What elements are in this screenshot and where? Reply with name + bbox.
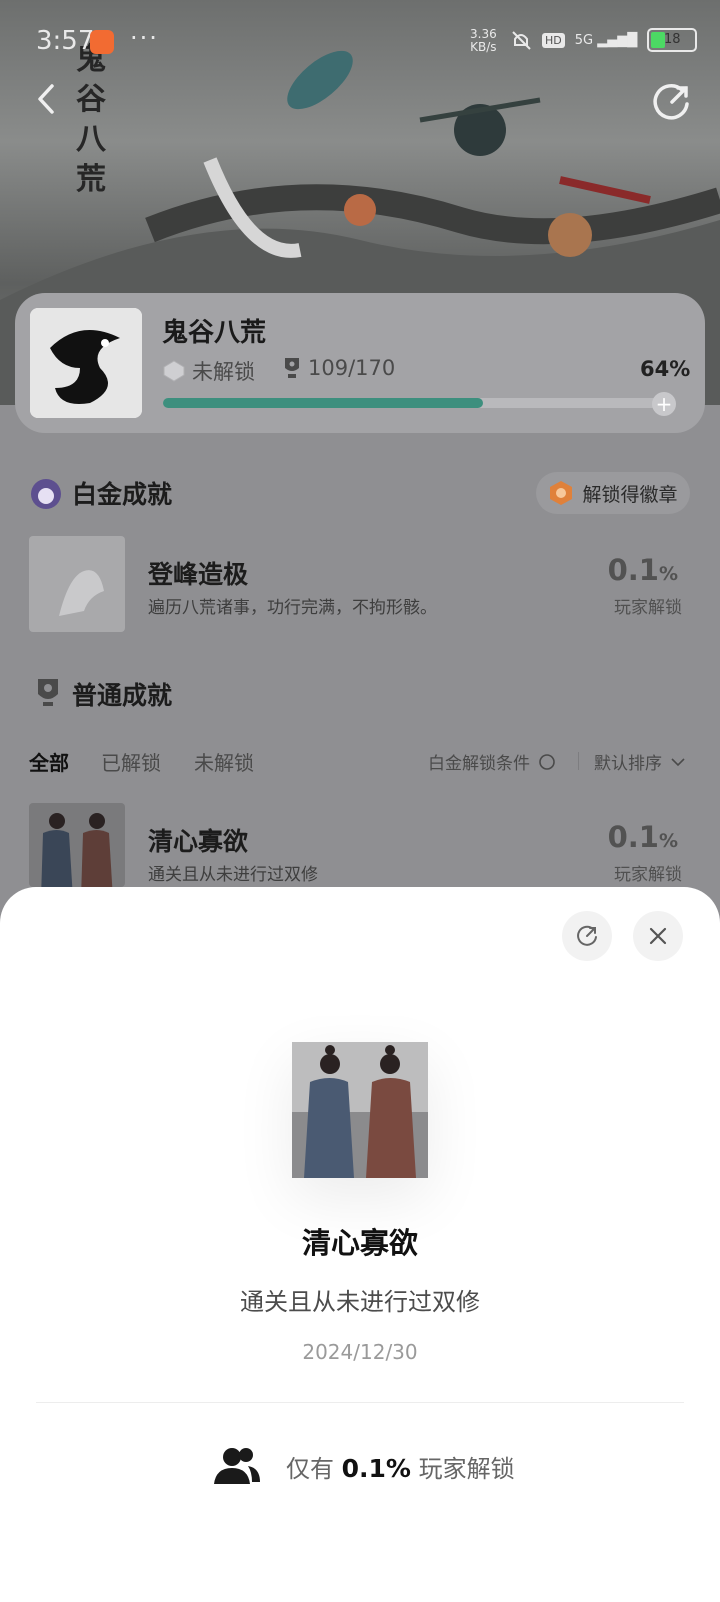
signal-icon: 5G ▂▄▆█ [574, 32, 638, 48]
game-title: 鬼谷八荒 [162, 318, 267, 348]
sheet-achievement-name: 清心寡欲 [301, 1226, 418, 1260]
two-figures-image-icon [292, 1042, 428, 1178]
lock-status-label: 未解锁 [192, 360, 255, 384]
stat-value: 0.1% [341, 1453, 411, 1483]
trophy-icon [285, 358, 299, 378]
achievement-rate: 0.1% [588, 820, 678, 854]
filter-divider [578, 752, 579, 770]
two-figures-image-icon [29, 803, 125, 887]
battery-level: 18 [663, 32, 681, 47]
platinum-condition-toggle[interactable]: 白金解锁条件 [428, 749, 556, 774]
achievement-thumbnail[interactable] [29, 803, 125, 887]
stat-suffix: 玩家解锁 [418, 1454, 515, 1483]
hd-icon: HD [542, 32, 565, 48]
tab-unlocked[interactable]: 已解锁 [101, 747, 161, 776]
dragon-logo-icon [30, 308, 142, 418]
sheet-unlock-stat: 仅有 0.1% 玩家解锁 [214, 1446, 515, 1486]
sheet-share-button[interactable] [562, 911, 612, 961]
achievement-rate-label: 玩家解锁 [614, 865, 682, 885]
progress-bar [163, 398, 663, 408]
status-icons: HD 5G ▂▄▆█ 18 [510, 28, 698, 52]
progress-fill [163, 398, 483, 408]
sheet-achievement-description: 通关且从未进行过双修 [240, 1288, 480, 1316]
net-speed: 3.36 KB/s [470, 28, 497, 54]
platinum-trophy-icon [31, 479, 61, 509]
share-icon [577, 925, 597, 946]
sort-dropdown[interactable]: 默认排序 [594, 749, 686, 774]
achievement-name: 清心寡欲 [148, 827, 249, 856]
platinum-achievement-rate-label: 玩家解锁 [614, 598, 682, 618]
status-bar: 3:57 ··· 3.36 KB/s HD 5G ▂▄▆█ 18 [0, 0, 720, 84]
back-icon[interactable] [30, 82, 64, 116]
sheet-achievement-image [292, 1042, 428, 1178]
progress-percent: 64% [640, 357, 691, 381]
platinum-achievement-thumbnail[interactable] [29, 536, 125, 632]
achievement-rate-value: 0.1 [607, 820, 659, 854]
stat-prefix: 仅有 [286, 1454, 334, 1483]
unlock-badge-button[interactable]: 解锁得徽章 [536, 472, 690, 514]
sort-label: 默认排序 [594, 754, 662, 774]
normal-section-title: 普通成就 [72, 681, 173, 710]
signal-label: 5G [574, 32, 594, 48]
battery-icon: 18 [647, 28, 698, 52]
users-icon [214, 1448, 260, 1484]
platinum-achievement-name: 登峰造极 [148, 560, 249, 589]
platinum-achievement-description: 遍历八荒诸事，功行完满，不拘形骸。 [148, 598, 437, 618]
lock-status: 未解锁 [162, 356, 255, 386]
trophy-count-label: 109/170 [308, 356, 396, 380]
condition-label: 白金解锁条件 [428, 754, 530, 774]
mute-bell-icon [512, 31, 531, 50]
tab-locked[interactable]: 未解锁 [194, 747, 254, 776]
platinum-rate-value: 0.1 [607, 553, 659, 587]
net-speed-unit: KB/s [470, 40, 497, 54]
achievement-description: 通关且从未进行过双修 [148, 865, 318, 885]
hand-image-icon [29, 536, 125, 632]
sheet-unlock-date: 2024/12/30 [302, 1340, 418, 1364]
normal-trophy-icon [38, 679, 58, 706]
sheet-divider [36, 1402, 684, 1403]
achievement-rate-unit: % [658, 830, 678, 852]
tab-all[interactable]: 全部 [29, 747, 69, 776]
screen-record-icon [90, 30, 114, 54]
badge-icon [550, 481, 573, 505]
sheet-close-button[interactable] [633, 911, 683, 961]
platinum-gem-icon [163, 360, 185, 382]
chevron-down-icon [671, 757, 685, 766]
platinum-achievement-rate: 0.1% [588, 553, 678, 587]
radio-circle-icon [539, 753, 555, 770]
trophy-count: 109/170 [282, 356, 395, 380]
game-cover-image[interactable] [30, 308, 142, 418]
plus-icon[interactable]: + [652, 392, 676, 416]
share-icon[interactable] [652, 82, 692, 122]
unlock-badge-label: 解锁得徽章 [582, 483, 678, 506]
platinum-section-title: 白金成就 [72, 480, 173, 509]
platinum-rate-unit: % [658, 563, 678, 585]
status-more-dots: ··· [130, 24, 159, 52]
close-icon [649, 927, 667, 945]
status-time: 3:57 [36, 26, 95, 56]
